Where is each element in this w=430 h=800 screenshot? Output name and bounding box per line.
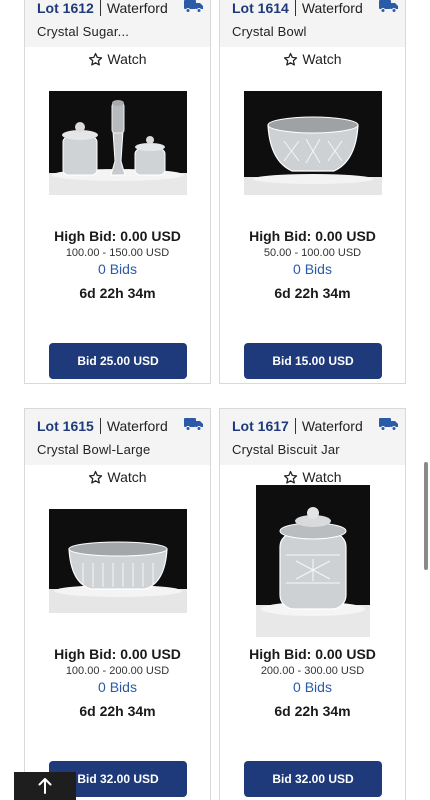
crystal-bowl-image (243, 91, 382, 195)
lot-brand: Waterford (301, 418, 363, 434)
lot-header: Lot 1614 Waterford Crystal Bowl (220, 0, 405, 47)
lot-title[interactable]: Crystal Bowl (232, 24, 397, 39)
crystal-bowl-large-image (48, 509, 187, 613)
estimate-range: 100.00 - 150.00 USD (65, 247, 170, 259)
divider (99, 0, 101, 16)
bid-button[interactable]: Bid 32.00 USD (244, 761, 382, 797)
star-icon (284, 52, 298, 66)
watch-button[interactable]: Watch (25, 466, 210, 488)
lot-image[interactable] (48, 91, 187, 195)
star-icon (89, 470, 103, 484)
star-icon (284, 470, 298, 484)
high-bid: High Bid: 0.00 USD (249, 228, 376, 244)
arrow-up-icon (38, 778, 52, 794)
divider (294, 418, 296, 434)
bid-count-link[interactable]: 0 Bids (25, 261, 210, 277)
lot-header: Lot 1612 Waterford Crystal Sugar... (25, 0, 210, 47)
estimate-range: 100.00 - 200.00 USD (65, 665, 170, 677)
time-remaining: 6d 22h 34m (274, 285, 351, 301)
lot-card[interactable]: Lot 1615 Waterford Crystal Bowl-Large Wa… (24, 408, 211, 800)
bid-button[interactable]: Bid 15.00 USD (244, 343, 382, 379)
high-bid: High Bid: 0.00 USD (54, 228, 181, 244)
lot-title[interactable]: Crystal Biscuit Jar (232, 442, 397, 457)
lot-number[interactable]: Lot 1614 (232, 0, 289, 16)
lot-header: Lot 1617 Waterford Crystal Biscuit Jar (220, 409, 405, 465)
bid-count-link[interactable]: 0 Bids (220, 261, 405, 277)
truck-icon (184, 418, 203, 431)
time-remaining: 6d 22h 34m (79, 703, 156, 719)
lot-title[interactable]: Crystal Sugar... (37, 24, 202, 39)
lot-image[interactable] (48, 509, 187, 613)
truck-icon (379, 418, 398, 431)
high-bid: High Bid: 0.00 USD (249, 646, 376, 662)
estimate-range: 200.00 - 300.00 USD (260, 665, 365, 677)
lot-number[interactable]: Lot 1617 (232, 418, 289, 434)
lot-image[interactable] (243, 91, 382, 195)
lot-title[interactable]: Crystal Bowl-Large (37, 442, 202, 457)
lot-brand: Waterford (301, 0, 363, 16)
divider (294, 0, 296, 16)
estimate-range: 50.00 - 100.00 USD (263, 247, 362, 259)
lot-card[interactable]: Lot 1612 Waterford Crystal Sugar... Watc… (24, 0, 211, 384)
scroll-to-top-button[interactable] (14, 772, 76, 800)
lot-card[interactable]: Lot 1617 Waterford Crystal Biscuit Jar W… (219, 408, 406, 800)
watch-button[interactable]: Watch (25, 48, 210, 70)
lot-card[interactable]: Lot 1614 Waterford Crystal Bowl Watch Hi… (219, 0, 406, 384)
crystal-sugar-set-image (48, 91, 187, 195)
lot-number[interactable]: Lot 1615 (37, 418, 94, 434)
bid-count-link[interactable]: 0 Bids (25, 679, 210, 695)
bid-button[interactable]: Bid 25.00 USD (49, 343, 187, 379)
lot-brand: Waterford (106, 0, 168, 16)
lot-header: Lot 1615 Waterford Crystal Bowl-Large (25, 409, 210, 465)
lot-number[interactable]: Lot 1612 (37, 0, 94, 16)
crystal-biscuit-jar-image (255, 485, 370, 637)
scrollbar-thumb[interactable] (424, 462, 428, 570)
watch-label: Watch (302, 51, 342, 67)
time-remaining: 6d 22h 34m (274, 703, 351, 719)
time-remaining: 6d 22h 34m (79, 285, 156, 301)
watch-label: Watch (302, 469, 342, 485)
truck-icon (379, 0, 398, 13)
watch-label: Watch (107, 469, 147, 485)
divider (99, 418, 101, 434)
watch-label: Watch (107, 51, 147, 67)
lot-image[interactable] (255, 485, 370, 637)
high-bid: High Bid: 0.00 USD (54, 646, 181, 662)
watch-button[interactable]: Watch (220, 48, 405, 70)
lot-brand: Waterford (106, 418, 168, 434)
bid-count-link[interactable]: 0 Bids (220, 679, 405, 695)
star-icon (89, 52, 103, 66)
truck-icon (184, 0, 203, 13)
